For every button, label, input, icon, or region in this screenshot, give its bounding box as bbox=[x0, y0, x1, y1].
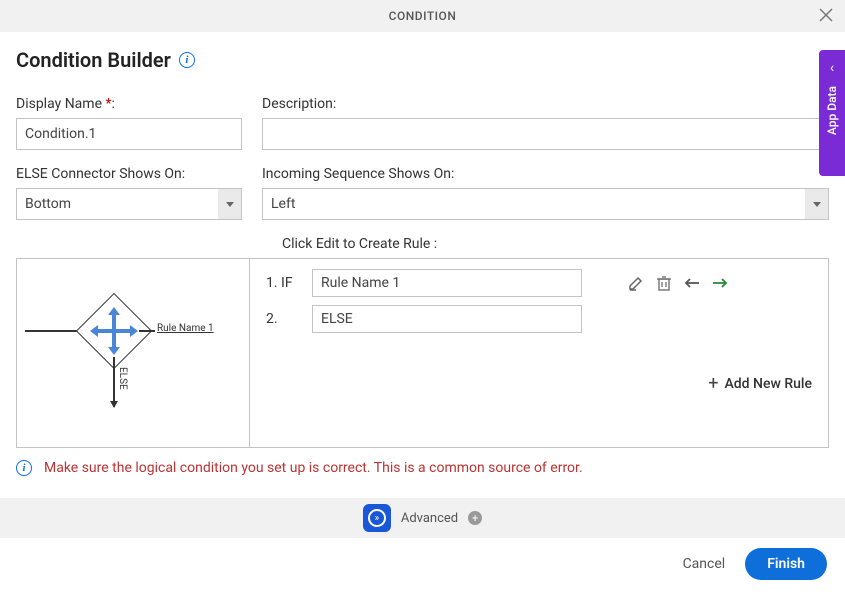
finish-button[interactable]: Finish bbox=[745, 548, 827, 580]
rule-name-input[interactable] bbox=[312, 269, 582, 297]
page-title-row: Condition Builder i bbox=[16, 48, 829, 72]
display-name-label: Display Name *: bbox=[16, 96, 242, 112]
click-edit-label: Click Edit to Create Rule : bbox=[282, 236, 829, 252]
add-new-rule-button[interactable]: + Add New Rule bbox=[266, 373, 812, 394]
incoming-col: Incoming Sequence Shows On: bbox=[262, 166, 829, 220]
chevron-down-icon bbox=[226, 202, 234, 207]
description-label: Description: bbox=[262, 96, 829, 112]
advanced-badge-button[interactable]: » bbox=[363, 504, 391, 532]
incoming-select-wrap bbox=[262, 188, 829, 220]
info-icon[interactable]: i bbox=[179, 52, 195, 68]
incoming-sequence-label: Incoming Sequence Shows On: bbox=[262, 166, 829, 182]
info-icon: i bbox=[16, 460, 32, 476]
else-select-wrap bbox=[16, 188, 242, 220]
diagram-else-arrow bbox=[113, 357, 115, 407]
diagram-move-handle-icon bbox=[94, 311, 134, 351]
else-select-dropdown-button[interactable] bbox=[218, 188, 242, 220]
rule-row: 1. IF bbox=[266, 269, 812, 297]
close-button[interactable] bbox=[819, 6, 833, 27]
diagram-else-label: ELSE bbox=[117, 367, 128, 390]
display-name-col: Display Name *: bbox=[16, 96, 242, 150]
chevron-down-icon bbox=[813, 202, 821, 207]
edit-rule-button[interactable] bbox=[628, 275, 644, 291]
warning-row: i Make sure the logical condition you se… bbox=[16, 460, 829, 476]
form-row-2: ELSE Connector Shows On: Incoming Sequen… bbox=[16, 166, 829, 220]
move-rule-right-button[interactable] bbox=[712, 277, 728, 289]
middle-row: Rule Name 1 ELSE 1. IF bbox=[16, 258, 829, 448]
else-rule-input[interactable] bbox=[312, 305, 582, 333]
incoming-select-dropdown-button[interactable] bbox=[805, 188, 829, 220]
arrow-left-icon bbox=[684, 277, 700, 289]
pencil-icon bbox=[628, 275, 644, 291]
condition-diagram: Rule Name 1 ELSE bbox=[16, 258, 250, 448]
rule-number: 2. bbox=[266, 311, 302, 327]
delete-rule-button[interactable] bbox=[656, 275, 672, 291]
chevrons-icon: » bbox=[368, 509, 386, 527]
trash-icon bbox=[656, 275, 672, 291]
diagram-rule-label[interactable]: Rule Name 1 bbox=[157, 323, 214, 334]
rule-actions bbox=[628, 275, 728, 291]
chevron-left-icon: ‹ bbox=[830, 60, 834, 76]
warning-message: Make sure the logical condition you set … bbox=[44, 460, 583, 476]
else-col: ELSE Connector Shows On: bbox=[16, 166, 242, 220]
page-title: Condition Builder bbox=[16, 48, 171, 72]
rule-number: 1. IF bbox=[266, 275, 302, 291]
dialog-title: CONDITION bbox=[389, 9, 457, 23]
app-data-side-tab[interactable]: ‹ App Data bbox=[819, 50, 845, 176]
dialog-header: CONDITION bbox=[0, 0, 845, 32]
advanced-add-button[interactable]: + bbox=[468, 511, 482, 525]
plus-icon: + bbox=[708, 373, 718, 394]
description-col: Description: bbox=[262, 96, 829, 150]
form-row-1: Display Name *: Description: bbox=[16, 96, 829, 150]
side-tab-label: App Data bbox=[825, 86, 839, 135]
incoming-sequence-select[interactable] bbox=[262, 188, 829, 220]
cancel-button[interactable]: Cancel bbox=[683, 556, 726, 572]
footer-buttons: Cancel Finish bbox=[683, 548, 827, 580]
rule-row: 2. bbox=[266, 305, 812, 333]
rules-panel: 1. IF 2. bbox=[250, 258, 829, 448]
display-name-input[interactable] bbox=[16, 118, 242, 150]
content-area: Condition Builder i Display Name *: Desc… bbox=[0, 32, 845, 476]
advanced-label: Advanced bbox=[401, 511, 458, 526]
else-connector-label: ELSE Connector Shows On: bbox=[16, 166, 242, 182]
arrow-right-icon bbox=[712, 277, 728, 289]
advanced-footer: » Advanced + bbox=[0, 498, 845, 538]
else-connector-select[interactable] bbox=[16, 188, 242, 220]
move-rule-left-button[interactable] bbox=[684, 277, 700, 289]
description-input[interactable] bbox=[262, 118, 829, 150]
diagram-rule-arrow bbox=[139, 330, 155, 332]
plus-icon: + bbox=[472, 512, 478, 525]
close-icon bbox=[819, 8, 833, 22]
add-rule-label: Add New Rule bbox=[724, 376, 812, 392]
